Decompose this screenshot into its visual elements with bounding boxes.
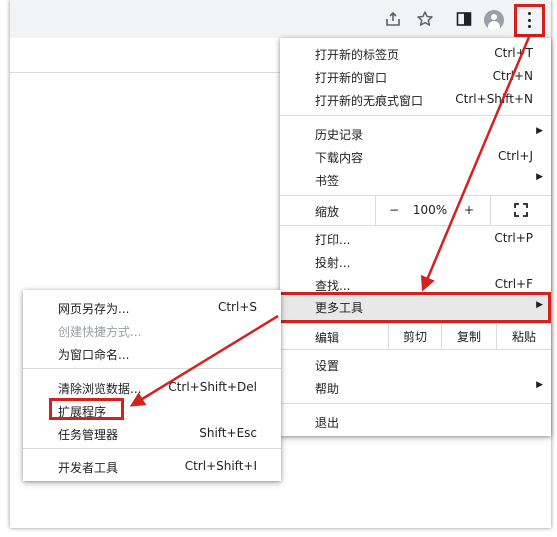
copy-button[interactable]: 复制: [442, 323, 496, 349]
menu-item-shortcut: Ctrl+Shift+Del: [168, 380, 257, 394]
menu-item-label: 打开新的窗口: [315, 71, 388, 85]
submenu-item-save-page[interactable]: 网页另存为... Ctrl+S: [23, 296, 281, 318]
submenu-item-dev-tools[interactable]: 开发者工具 Ctrl+Shift+I: [23, 455, 281, 477]
menu-item-label: 投射...: [315, 256, 351, 270]
copy-label: 复制: [456, 329, 481, 344]
menu-item-exit[interactable]: 退出: [280, 410, 551, 432]
submenu-item-name-window[interactable]: 为窗口命名...: [23, 342, 281, 364]
menu-item-label: 更多工具: [315, 301, 364, 315]
menu-item-shortcut: Ctrl+Shift+N: [455, 92, 533, 106]
menu-separator: [23, 448, 281, 449]
menu-separator: [280, 403, 551, 404]
cut-button[interactable]: 剪切: [389, 323, 441, 349]
zoom-in-label: +: [463, 203, 475, 217]
submenu-item-create-shortcut: 创建快捷方式...: [23, 319, 281, 341]
chevron-right-icon: ▶: [536, 172, 543, 182]
edit-label: 编辑: [315, 331, 340, 345]
menu-item-new-tab[interactable]: 打开新的标签页 Ctrl+T: [280, 42, 551, 64]
submenu-item-task-manager[interactable]: 任务管理器 Shift+Esc: [23, 422, 281, 444]
content-divider: [10, 72, 280, 73]
menu-item-more-tools[interactable]: 更多工具 ▶: [278, 292, 551, 323]
fullscreen-button[interactable]: [491, 195, 551, 225]
menu-item-bookmarks[interactable]: 书签 ▶: [280, 168, 551, 190]
menu-item-help[interactable]: 帮助 ▶: [280, 376, 551, 398]
menu-item-label: 任务管理器: [58, 428, 119, 442]
menu-item-label: 清除浏览数据...: [58, 382, 142, 396]
cut-label: 剪切: [402, 329, 427, 344]
menu-item-shortcut: Shift+Esc: [199, 426, 257, 440]
share-icon[interactable]: [382, 8, 404, 30]
menu-separator: [280, 225, 551, 226]
submenu-item-clear-data[interactable]: 清除浏览数据... Ctrl+Shift+Del: [23, 376, 281, 398]
menu-item-label: 下载内容: [315, 151, 364, 165]
extensions-highlight-box: [49, 398, 124, 420]
menu-item-label: 帮助: [315, 382, 340, 396]
menu-item-label: 开发者工具: [58, 461, 119, 475]
menu-item-history[interactable]: 历史记录 ▶: [280, 122, 551, 144]
menu-item-shortcut: Ctrl+S: [217, 300, 257, 314]
paste-label: 粘贴: [511, 329, 536, 344]
chevron-right-icon: ▶: [536, 300, 543, 310]
menu-item-label: 设置: [315, 359, 340, 373]
menu-item-label: 历史记录: [315, 128, 364, 142]
menu-item-label: 书签: [315, 174, 340, 188]
menu-item-label: 为窗口命名...: [58, 348, 130, 362]
chevron-right-icon: ▶: [536, 380, 543, 390]
side-panel-icon[interactable]: [453, 8, 475, 30]
menu-item-downloads[interactable]: 下载内容 Ctrl+J: [280, 145, 551, 167]
menu-item-settings[interactable]: 设置: [280, 353, 551, 375]
star-icon[interactable]: [414, 8, 436, 30]
menu-item-label: 退出: [315, 416, 340, 430]
kebab-menu-icon[interactable]: [526, 12, 532, 28]
paste-button[interactable]: 粘贴: [497, 323, 551, 349]
main-menu: 打开新的标签页 Ctrl+T 打开新的窗口 Ctrl+N 打开新的无痕式窗口 C…: [280, 38, 551, 436]
menu-item-print[interactable]: 打印... Ctrl+P: [280, 227, 551, 249]
menu-separator: [280, 115, 551, 116]
zoom-in-button[interactable]: +: [448, 195, 490, 225]
menu-separator: [23, 368, 281, 369]
menu-item-shortcut: Ctrl+P: [494, 231, 533, 245]
menu-item-label: 创建快捷方式...: [58, 325, 142, 339]
zoom-label: 缩放: [315, 205, 340, 219]
more-tools-submenu: 网页另存为... Ctrl+S 创建快捷方式... 为窗口命名... 清除浏览数…: [23, 290, 281, 481]
menu-item-new-incognito[interactable]: 打开新的无痕式窗口 Ctrl+Shift+N: [280, 88, 551, 110]
menu-item-shortcut: Ctrl+N: [492, 69, 533, 83]
menu-item-shortcut: Ctrl+J: [498, 149, 533, 163]
zoom-out-button[interactable]: −: [376, 195, 412, 225]
menu-item-shortcut: Ctrl+Shift+I: [184, 459, 257, 473]
zoom-row: 缩放 − 100% +: [280, 195, 551, 225]
profile-icon[interactable]: [484, 10, 504, 30]
menu-item-label: 打印...: [315, 233, 351, 247]
menu-item-shortcut: Ctrl+T: [494, 46, 533, 60]
menu-item-label: 打开新的无痕式窗口: [315, 94, 424, 108]
zoom-value-label: 100%: [412, 203, 448, 217]
fullscreen-icon: [514, 203, 528, 217]
menu-item-label: 打开新的标签页: [315, 48, 400, 62]
menu-separator: [280, 349, 551, 350]
zoom-value: 100%: [412, 195, 448, 225]
menu-item-shortcut: Ctrl+F: [494, 277, 533, 291]
edit-row: 编辑 剪切 复制 粘贴: [280, 323, 551, 349]
zoom-out-label: −: [388, 203, 400, 217]
menu-item-label: 网页另存为...: [58, 302, 130, 316]
chevron-right-icon: ▶: [536, 126, 543, 136]
menu-item-cast[interactable]: 投射...: [280, 250, 551, 272]
menu-item-new-window[interactable]: 打开新的窗口 Ctrl+N: [280, 65, 551, 87]
